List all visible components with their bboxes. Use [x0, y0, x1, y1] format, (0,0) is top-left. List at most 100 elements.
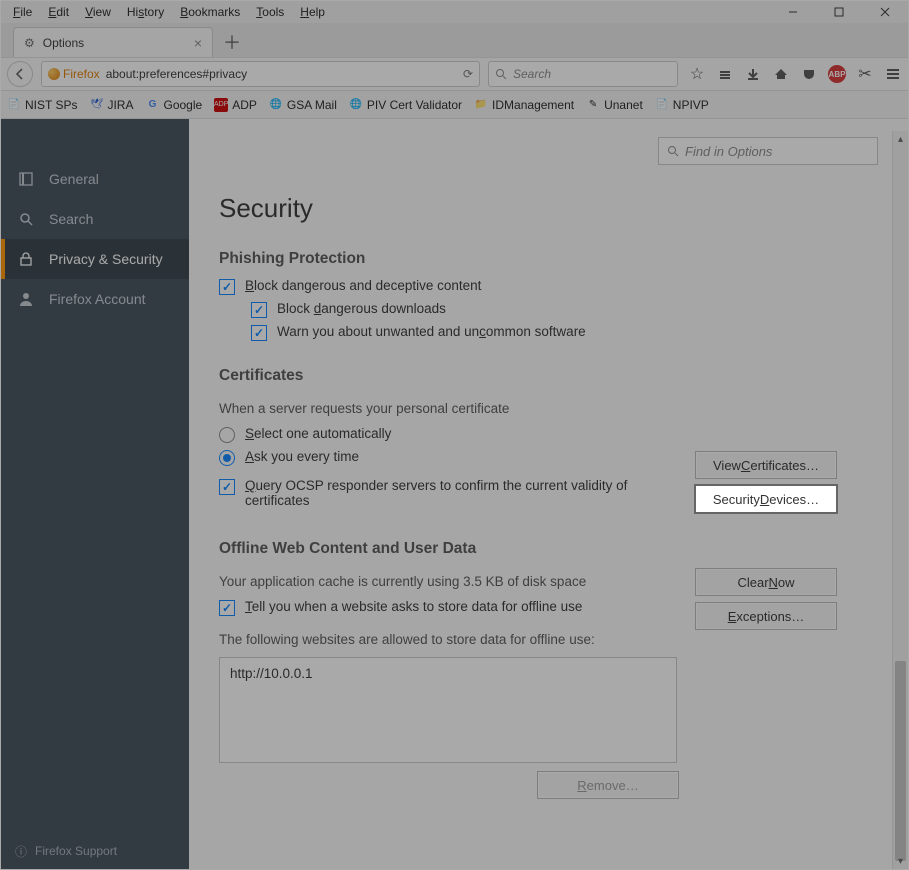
- page-title: Security: [219, 193, 878, 224]
- find-placeholder: Find in Options: [685, 144, 772, 159]
- tools-icon[interactable]: ✂: [856, 65, 874, 83]
- radio-ask-every-time[interactable]: [219, 450, 235, 466]
- menu-bookmarks[interactable]: Bookmarks: [172, 3, 248, 21]
- label-ask-every-time: Ask you every time: [245, 449, 359, 464]
- menubar: File Edit View History Bookmarks Tools H…: [1, 1, 908, 23]
- search-box[interactable]: Search: [488, 61, 678, 87]
- checkbox-tell-offline[interactable]: [219, 600, 235, 616]
- home-icon[interactable]: [772, 65, 790, 83]
- label-block-downloads: Block dangerous downloads: [277, 301, 446, 316]
- sidebar-firefox-account[interactable]: Firefox Account: [1, 279, 189, 319]
- sidebar-search[interactable]: Search: [1, 199, 189, 239]
- downloads-icon[interactable]: [744, 65, 762, 83]
- sidebar-label: Search: [49, 211, 93, 227]
- url-bar[interactable]: Firefox about:preferences#privacy ⟳: [41, 61, 480, 87]
- checkbox-warn-uncommon[interactable]: [251, 325, 267, 341]
- find-in-options[interactable]: Find in Options: [658, 137, 878, 165]
- sidebar-label: Firefox Account: [49, 291, 146, 307]
- radio-select-auto[interactable]: [219, 427, 235, 443]
- url-text: about:preferences#privacy: [106, 67, 247, 81]
- scroll-down-icon[interactable]: ▾: [893, 853, 908, 869]
- menu-history[interactable]: History: [119, 3, 172, 21]
- vertical-scrollbar[interactable]: ▴ ▾: [892, 131, 908, 869]
- bookmark-nist[interactable]: 📄NIST SPs: [7, 98, 77, 112]
- menu-file[interactable]: File: [5, 3, 40, 21]
- settings-sidebar: General Search Privacy & Security Firefo…: [1, 119, 189, 869]
- settings-main: Find in Options Security Phishing Protec…: [189, 119, 908, 869]
- pocket-icon[interactable]: [800, 65, 818, 83]
- checkbox-block-downloads[interactable]: [251, 302, 267, 318]
- security-devices-button[interactable]: Security Devices…: [695, 485, 837, 513]
- checkbox-block-deceptive[interactable]: [219, 279, 235, 295]
- jira-icon: 🕊: [89, 98, 103, 112]
- google-icon: G: [145, 98, 159, 112]
- abp-icon[interactable]: ABP: [828, 65, 846, 83]
- tab-close-icon[interactable]: ×: [194, 35, 202, 51]
- navbar: Firefox about:preferences#privacy ⟳ Sear…: [1, 57, 908, 91]
- search-icon: [17, 210, 35, 228]
- scroll-thumb[interactable]: [895, 661, 906, 861]
- checkbox-ocsp[interactable]: [219, 479, 235, 495]
- bookmarks-bar: 📄NIST SPs 🕊JIRA GGoogle ADPADP 🌐GSA Mail…: [1, 91, 908, 119]
- label-ocsp: Query OCSP responder servers to confirm …: [245, 478, 679, 508]
- label-warn-uncommon: Warn you about unwanted and uncommon sof…: [277, 324, 586, 339]
- library-icon[interactable]: [716, 65, 734, 83]
- tab-options[interactable]: ⚙ Options ×: [13, 27, 213, 57]
- folder-icon: 📁: [474, 98, 488, 112]
- reload-icon[interactable]: ⟳: [463, 67, 473, 81]
- menu-help[interactable]: Help: [292, 3, 333, 21]
- offline-sites-list[interactable]: http://10.0.0.1: [219, 657, 677, 763]
- general-icon: [17, 170, 35, 188]
- account-icon: [17, 290, 35, 308]
- certs-heading: Certificates: [219, 367, 878, 385]
- menu-edit[interactable]: Edit: [40, 3, 77, 21]
- menu-view[interactable]: View: [77, 3, 119, 21]
- label-select-auto: Select one automatically: [245, 426, 391, 441]
- help-icon: ⓘ: [15, 843, 27, 860]
- star-icon[interactable]: ☆: [688, 65, 706, 83]
- firefox-brand: Firefox: [48, 67, 100, 81]
- view-certificates-button[interactable]: View Certificates…: [695, 451, 837, 479]
- menu-tools[interactable]: Tools: [248, 3, 292, 21]
- window-close[interactable]: [862, 1, 908, 23]
- label-tell-offline: Tell you when a website asks to store da…: [245, 599, 582, 614]
- bookmark-npivp[interactable]: 📄NPIVP: [655, 98, 709, 112]
- page-icon: 📄: [655, 98, 669, 112]
- clear-now-button[interactable]: Clear Now: [695, 568, 837, 596]
- sidebar-label: General: [49, 171, 99, 187]
- page-icon: 📄: [7, 98, 21, 112]
- lock-icon: [17, 250, 35, 268]
- certs-desc: When a server requests your personal cer…: [219, 401, 679, 416]
- unanet-icon: ✎: [586, 98, 600, 112]
- search-placeholder: Search: [513, 67, 551, 81]
- exceptions-button[interactable]: Exceptions…: [695, 602, 837, 630]
- hamburger-icon[interactable]: [884, 65, 902, 83]
- search-icon: [667, 145, 679, 157]
- bookmark-jira[interactable]: 🕊JIRA: [89, 98, 133, 112]
- globe-icon: 🌐: [269, 98, 283, 112]
- adp-icon: ADP: [214, 98, 228, 112]
- window-maximize[interactable]: [816, 1, 862, 23]
- window-minimize[interactable]: [770, 1, 816, 23]
- bookmark-adp[interactable]: ADPADP: [214, 98, 257, 112]
- offline-site-entry[interactable]: http://10.0.0.1: [230, 666, 666, 681]
- sidebar-label: Privacy & Security: [49, 251, 163, 267]
- back-button[interactable]: [7, 61, 33, 87]
- new-tab-button[interactable]: ＋: [217, 27, 247, 57]
- offline-heading: Offline Web Content and User Data: [219, 540, 878, 558]
- phishing-heading: Phishing Protection: [219, 250, 878, 268]
- bookmark-unanet[interactable]: ✎Unanet: [586, 98, 643, 112]
- firefox-support-link[interactable]: ⓘ Firefox Support: [1, 833, 189, 869]
- offline-allowed-desc: The following websites are allowed to st…: [219, 632, 679, 647]
- bookmark-idm[interactable]: 📁IDManagement: [474, 98, 574, 112]
- bookmark-piv[interactable]: 🌐PIV Cert Validator: [349, 98, 462, 112]
- bookmark-google[interactable]: GGoogle: [145, 98, 202, 112]
- remove-button[interactable]: Remove…: [537, 771, 679, 799]
- scroll-up-icon[interactable]: ▴: [893, 131, 908, 147]
- search-icon: [495, 68, 507, 80]
- tab-title: Options: [43, 36, 84, 50]
- bookmark-gsa[interactable]: 🌐GSA Mail: [269, 98, 337, 112]
- sidebar-privacy-security[interactable]: Privacy & Security: [1, 239, 189, 279]
- sidebar-general[interactable]: General: [1, 159, 189, 199]
- tab-strip: ⚙ Options × ＋: [1, 23, 908, 57]
